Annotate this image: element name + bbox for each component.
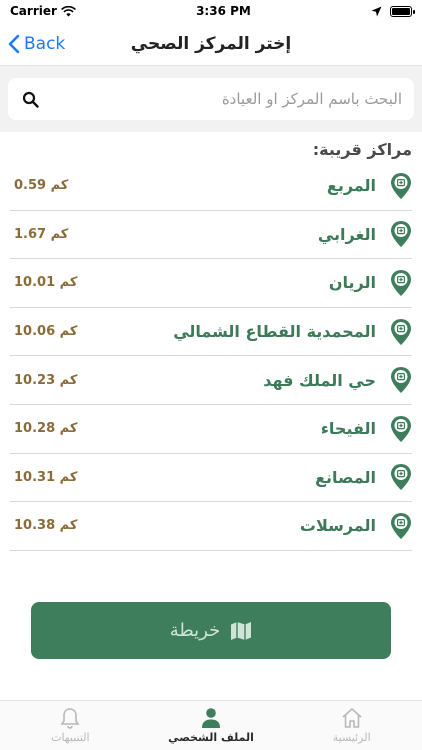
tab-bar: التنبيهات الملف الشخصي الرئيسية <box>0 700 422 750</box>
center-distance: 1.67 كم <box>14 226 69 242</box>
search-icon[interactable] <box>20 89 40 109</box>
center-info: حي الملك فهد <box>263 366 412 394</box>
center-distance: 0.59 كم <box>14 178 69 194</box>
location-pin-icon <box>391 367 411 394</box>
location-pin-icon <box>391 172 411 199</box>
tab-label: التنبيهات <box>51 731 90 744</box>
tab-home[interactable]: الرئيسية <box>281 701 422 750</box>
center-distance: 10.23 كم <box>14 372 78 388</box>
center-list-item[interactable]: 10.38 كم المرسلات <box>10 502 412 551</box>
center-list-item[interactable]: 10.01 كم الريان <box>10 259 412 308</box>
location-arrow-icon <box>371 6 382 16</box>
center-name: حي الملك فهد <box>263 370 376 390</box>
tab-notifications[interactable]: التنبيهات <box>0 701 141 750</box>
tab-label: الرئيسية <box>332 731 371 744</box>
home-icon <box>342 708 362 728</box>
center-info: الغرابي <box>318 220 412 248</box>
center-name: الريان <box>328 273 376 293</box>
center-distance: 10.28 كم <box>14 421 78 437</box>
center-list-item[interactable]: 10.06 كم المحمدية القطاع الشمالي <box>10 308 412 357</box>
nav-bar: Back إختر المركز الصحي <box>0 22 422 66</box>
chevron-left-icon <box>8 34 20 53</box>
location-pin-icon <box>391 221 411 248</box>
center-info: الريان <box>329 269 412 297</box>
location-pin-icon <box>391 512 411 539</box>
map-icon <box>231 621 252 640</box>
back-label: Back <box>24 33 66 54</box>
center-info: المربع <box>327 172 412 200</box>
center-info: الفيحاء <box>321 415 412 443</box>
location-pin-icon <box>391 269 411 296</box>
center-list-item[interactable]: 1.67 كم الغرابي <box>10 211 412 260</box>
status-left: Carrier <box>10 4 76 18</box>
status-right <box>371 5 415 17</box>
center-distance: 10.38 كم <box>14 518 78 534</box>
center-list-item[interactable]: 0.59 كم المربع <box>10 162 412 211</box>
center-info: المرسلات <box>300 512 412 540</box>
center-name: المربع <box>326 176 376 196</box>
search-box[interactable] <box>8 78 414 120</box>
section-title: مراكز قريبة: <box>312 140 412 159</box>
map-button-label: خريطة <box>169 620 221 641</box>
wifi-icon <box>60 5 76 16</box>
center-distance: 10.31 كم <box>14 469 78 485</box>
center-info: المصانع <box>315 463 412 491</box>
search-area <box>0 66 422 132</box>
center-distance: 10.01 كم <box>14 275 78 291</box>
status-bar: Carrier 3:36 PM <box>0 0 422 22</box>
center-name: المصانع <box>315 467 376 487</box>
center-list-item[interactable]: 10.23 كم حي الملك فهد <box>10 356 412 405</box>
center-name: الغرابي <box>317 224 376 244</box>
location-pin-icon <box>391 464 411 491</box>
tab-label: الملف الشخصي <box>168 731 254 744</box>
center-list-item[interactable]: 10.28 كم الفيحاء <box>10 405 412 454</box>
map-button[interactable]: خريطة <box>31 602 391 659</box>
centers-list: 0.59 كم المربع 1.67 كم الغرابي 10.01 كم <box>0 162 422 551</box>
location-pin-icon <box>391 415 411 442</box>
center-name: المرسلات <box>299 516 376 536</box>
center-distance: 10.06 كم <box>14 324 78 340</box>
battery-icon <box>390 5 415 17</box>
center-info: المحمدية القطاع الشمالي <box>173 318 412 346</box>
location-pin-icon <box>391 318 411 345</box>
center-name: الفيحاء <box>320 419 376 439</box>
back-button[interactable]: Back <box>0 34 65 54</box>
center-list-item[interactable]: 10.31 كم المصانع <box>10 454 412 503</box>
carrier-label: Carrier <box>10 4 57 18</box>
status-time: 3:36 PM <box>196 4 251 18</box>
person-icon <box>202 708 220 728</box>
search-input[interactable] <box>40 90 402 108</box>
battery-fill <box>392 7 410 15</box>
tab-profile[interactable]: الملف الشخصي <box>141 701 282 750</box>
center-name: المحمدية القطاع الشمالي <box>173 322 376 342</box>
bell-icon <box>60 708 80 729</box>
